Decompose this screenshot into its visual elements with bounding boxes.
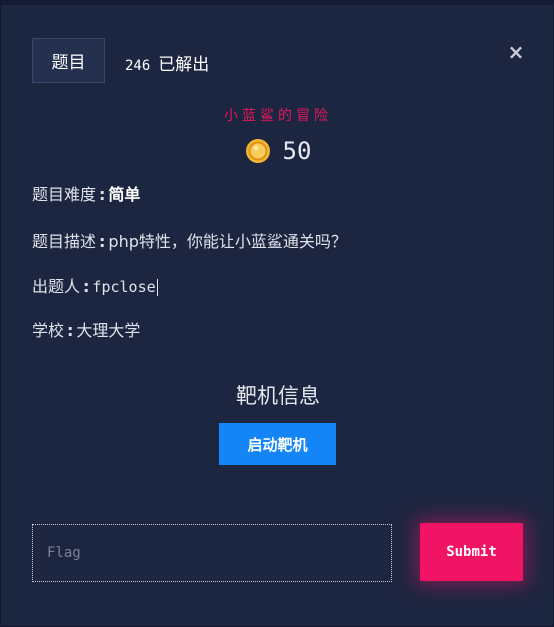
tab-challenge[interactable]: 题目 — [32, 38, 105, 83]
description-row: 题目描述: php特性，你能让小蓝鲨通关吗？ — [32, 232, 347, 251]
solve-count-number: 246 — [125, 58, 151, 74]
start-target-button[interactable]: 启动靶机 — [219, 423, 336, 465]
challenge-modal: 题目 246 已解出 × 小蓝鲨的冒险 50 题目难度: 简单 题目描述: php特… — [0, 0, 554, 627]
text-caret — [156, 279, 158, 296]
coin-icon — [245, 139, 270, 163]
difficulty-value: 简单 — [108, 185, 141, 204]
author-row: 出题人: fpclose — [32, 277, 158, 296]
school-value: 大理大学 — [76, 321, 141, 340]
difficulty-row: 题目难度: 简单 — [32, 185, 141, 204]
school-label: 学校 — [32, 321, 65, 340]
close-icon[interactable]: × — [505, 40, 527, 64]
challenge-points: 50 — [1, 137, 554, 165]
target-section-title: 靶机信息 — [236, 384, 320, 408]
solve-count-text: 已解出 — [158, 55, 210, 75]
submit-button[interactable]: Submit — [420, 523, 523, 581]
top-strip — [1, 1, 554, 5]
description-label: 题目描述 — [32, 232, 97, 251]
school-row: 学校: 大理大学 — [32, 321, 141, 340]
author-value: fpclose — [92, 278, 156, 296]
description-value: php特性，你能让小蓝鲨通关吗？ — [108, 232, 347, 251]
points-value: 50 — [282, 137, 312, 165]
flag-input[interactable] — [32, 524, 392, 582]
difficulty-label: 题目难度 — [32, 185, 97, 204]
challenge-title: 小蓝鲨的冒险 — [224, 108, 332, 124]
solve-count: 246 已解出 — [125, 50, 209, 75]
author-label: 出题人 — [32, 277, 81, 296]
